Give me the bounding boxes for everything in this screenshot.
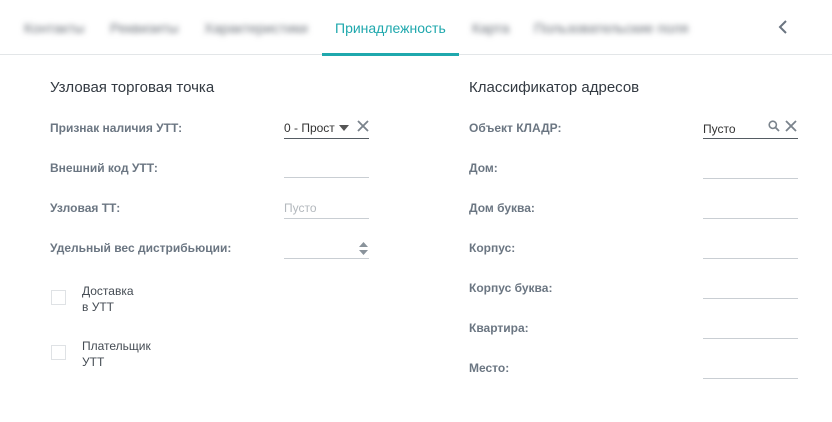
tab-custom-fields[interactable]: Пользовательские поля xyxy=(534,0,688,55)
house-letter-label: Дом буква: xyxy=(469,201,535,215)
house-letter-input[interactable] xyxy=(703,199,798,219)
utt-flag-value: 0 - Прост xyxy=(284,121,335,135)
tab-map[interactable]: Карта xyxy=(472,0,509,55)
collapse-button[interactable] xyxy=(772,14,794,40)
place-label: Место: xyxy=(469,361,510,375)
apartment-label: Квартира: xyxy=(469,321,529,335)
spinner-arrows-icon[interactable] xyxy=(359,241,368,256)
house-label: Дом: xyxy=(469,161,498,175)
payer-checkbox[interactable] xyxy=(51,345,66,360)
tab-requisites[interactable]: Реквизиты xyxy=(110,0,179,55)
ext-code-input[interactable] xyxy=(284,158,369,178)
tab-bar: Контакты Реквизиты Характеристики Принад… xyxy=(0,0,832,56)
tab-characteristics[interactable]: Характеристики xyxy=(204,0,308,55)
section-title-node-outlet: Узловая торговая точка xyxy=(50,79,215,96)
tab-contacts[interactable]: Контакты xyxy=(24,0,84,55)
building-letter-input[interactable] xyxy=(703,279,798,299)
building-input[interactable] xyxy=(703,239,798,259)
utt-flag-label: Признак наличия УТТ: xyxy=(50,121,183,135)
dist-weight-input[interactable] xyxy=(284,239,369,259)
kladr-value: Пусто xyxy=(703,122,736,136)
close-icon[interactable] xyxy=(357,120,369,132)
node-tt-label: Узловая ТТ: xyxy=(50,201,121,215)
dist-weight-label: Удельный вес дистрибьюции: xyxy=(50,241,232,255)
section-title-address-classifier: Классификатор адресов xyxy=(469,79,640,96)
search-icon[interactable] xyxy=(768,120,780,132)
tab-affiliation[interactable]: Принадлежность xyxy=(322,0,459,56)
payer-label-line1: Плательщик xyxy=(82,339,151,353)
building-letter-label: Корпус буква: xyxy=(469,281,553,295)
payer-checkbox-label: Плательщик УТТ xyxy=(82,338,151,370)
building-label: Корпус: xyxy=(469,241,516,255)
chevron-left-icon xyxy=(778,20,787,34)
delivery-checkbox[interactable] xyxy=(51,290,66,305)
utt-flag-select[interactable]: 0 - Прост xyxy=(284,119,369,139)
node-tt-placeholder: Пусто xyxy=(284,201,317,215)
house-input[interactable] xyxy=(703,159,798,179)
node-tt-input[interactable]: Пусто xyxy=(284,199,369,219)
delivery-checkbox-label: Доставка в УТТ xyxy=(82,283,134,315)
caret-down-icon[interactable] xyxy=(339,125,349,132)
ext-code-label: Внешний код УТТ: xyxy=(50,161,158,175)
place-input[interactable] xyxy=(703,359,798,379)
delivery-label-line2: в УТТ xyxy=(82,300,114,314)
apartment-input[interactable] xyxy=(703,319,798,339)
kladr-input[interactable]: Пусто xyxy=(703,119,798,139)
delivery-label-line1: Доставка xyxy=(82,284,134,298)
close-icon[interactable] xyxy=(785,120,797,132)
payer-label-line2: УТТ xyxy=(82,355,105,369)
kladr-label: Объект КЛАДР: xyxy=(469,121,562,135)
